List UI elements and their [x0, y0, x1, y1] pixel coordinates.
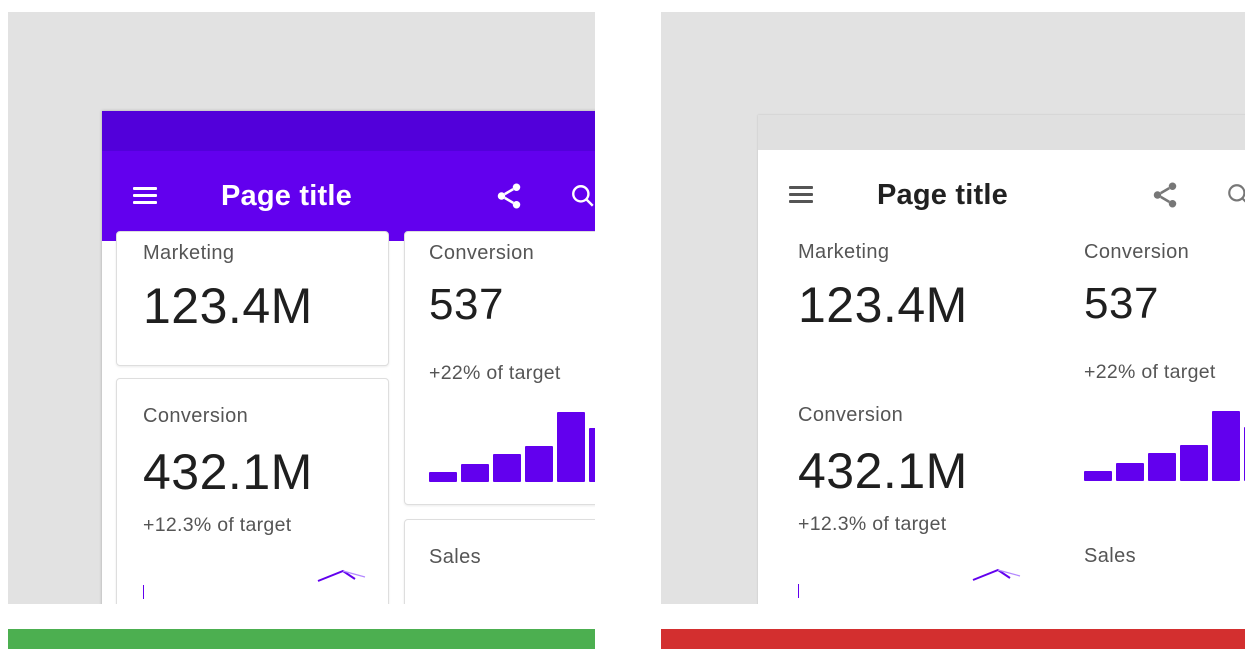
- card-label: Conversion: [1084, 241, 1190, 263]
- card-label: Conversion: [798, 404, 904, 426]
- search-icon[interactable]: [1226, 182, 1245, 208]
- bar-chart: [429, 407, 595, 482]
- bar-chart-bar: [493, 454, 521, 482]
- dont-indicator-bar: [661, 629, 1245, 649]
- bar-chart-bar: [589, 428, 595, 482]
- share-icon[interactable]: [494, 179, 524, 213]
- card-subtitle: +22% of target: [429, 362, 561, 384]
- bar-chart-bar: [429, 472, 457, 482]
- marketing-card[interactable]: Marketing 123.4M: [772, 235, 1043, 368]
- do-indicator-bar: [8, 629, 595, 649]
- card-value: 123.4M: [798, 277, 968, 333]
- card-label: Conversion: [143, 405, 249, 427]
- conversion-target-card[interactable]: Conversion 537 +22% of target: [404, 231, 595, 505]
- dashboard-content: Marketing 123.4M Conversion 432.1M +12.3…: [102, 231, 595, 604]
- status-bar: [758, 115, 1245, 150]
- line-chart: [143, 569, 366, 599]
- top-app-bar: Page title: [758, 150, 1245, 240]
- card-value: 432.1M: [798, 443, 968, 499]
- bar-chart-bar: [557, 412, 585, 482]
- bar-chart: [1084, 406, 1245, 481]
- card-value: 432.1M: [143, 444, 313, 500]
- example-left-panel: Page title Marketing 123.4M Conversion 4…: [8, 12, 595, 604]
- menu-icon[interactable]: [133, 187, 157, 205]
- card-value: 123.4M: [143, 278, 313, 334]
- search-icon[interactable]: [570, 183, 595, 209]
- card-subtitle: +12.3% of target: [143, 514, 292, 536]
- conversion-card[interactable]: Conversion 432.1M +12.3% of target: [116, 378, 389, 604]
- sales-card[interactable]: Sales: [1060, 523, 1245, 604]
- phone-screen: Page title Marketing 123.4M Conversion 4…: [758, 115, 1245, 604]
- bar-chart-bar: [1116, 463, 1144, 481]
- dashboard-content: Marketing 123.4M Conversion 432.1M +12.3…: [758, 235, 1245, 604]
- card-label: Conversion: [429, 242, 535, 264]
- conversion-target-card[interactable]: Conversion 537 +22% of target: [1060, 235, 1245, 507]
- bar-chart-bar: [1084, 471, 1112, 481]
- card-label: Marketing: [798, 241, 890, 263]
- page-title: Page title: [221, 179, 352, 212]
- menu-icon[interactable]: [789, 186, 813, 204]
- bar-chart-bar: [1148, 453, 1176, 481]
- card-subtitle: +22% of target: [1084, 361, 1216, 383]
- marketing-card[interactable]: Marketing 123.4M: [116, 231, 389, 366]
- card-subtitle: +12.3% of target: [798, 513, 947, 535]
- card-value: 537: [429, 280, 504, 329]
- sales-card[interactable]: Sales: [404, 519, 595, 604]
- card-label: Marketing: [143, 242, 235, 264]
- card-value: 537: [1084, 279, 1159, 328]
- card-label: Sales: [1084, 545, 1137, 567]
- share-icon[interactable]: [1150, 178, 1180, 212]
- status-bar: [102, 111, 595, 151]
- conversion-card[interactable]: Conversion 432.1M +12.3% of target: [772, 382, 1043, 604]
- example-right-panel: Page title Marketing 123.4M Conversion 4…: [661, 12, 1245, 604]
- line-chart: [798, 568, 1021, 598]
- phone-screen: Page title Marketing 123.4M Conversion 4…: [102, 111, 595, 604]
- top-app-bar: Page title: [102, 151, 595, 241]
- bar-chart-bar: [461, 464, 489, 482]
- bar-chart-bar: [1180, 445, 1208, 481]
- bar-chart-bar: [1212, 411, 1240, 481]
- bar-chart-bar: [525, 446, 553, 482]
- page-title: Page title: [877, 178, 1008, 211]
- card-label: Sales: [429, 546, 482, 568]
